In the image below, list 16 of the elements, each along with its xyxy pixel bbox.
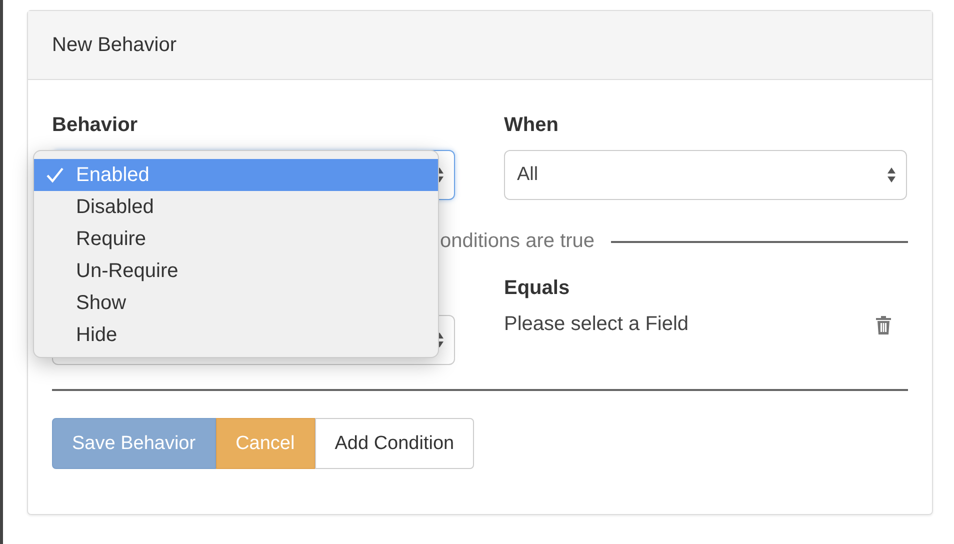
menu-item[interactable]: Require xyxy=(34,223,438,255)
select-arrows-icon xyxy=(887,166,896,184)
check-icon xyxy=(46,167,64,183)
menu-item[interactable]: Show xyxy=(34,287,438,319)
conditions-divider-text: onditions are true xyxy=(440,230,596,253)
menu-item[interactable]: Un-Require xyxy=(34,255,438,287)
menu-item[interactable]: Disabled xyxy=(34,191,438,223)
menu-item[interactable]: Hide xyxy=(34,319,438,351)
field-label: Behavior xyxy=(52,113,139,138)
field-label: When xyxy=(504,113,560,138)
select-field[interactable]: All xyxy=(504,150,907,200)
panel-title: New Behavior xyxy=(52,34,177,56)
field-label: Equals xyxy=(504,276,571,301)
action-button[interactable]: Add Condition xyxy=(314,418,474,469)
field-value-text: Please select a Field xyxy=(504,313,689,336)
trash-icon[interactable] xyxy=(875,314,892,334)
